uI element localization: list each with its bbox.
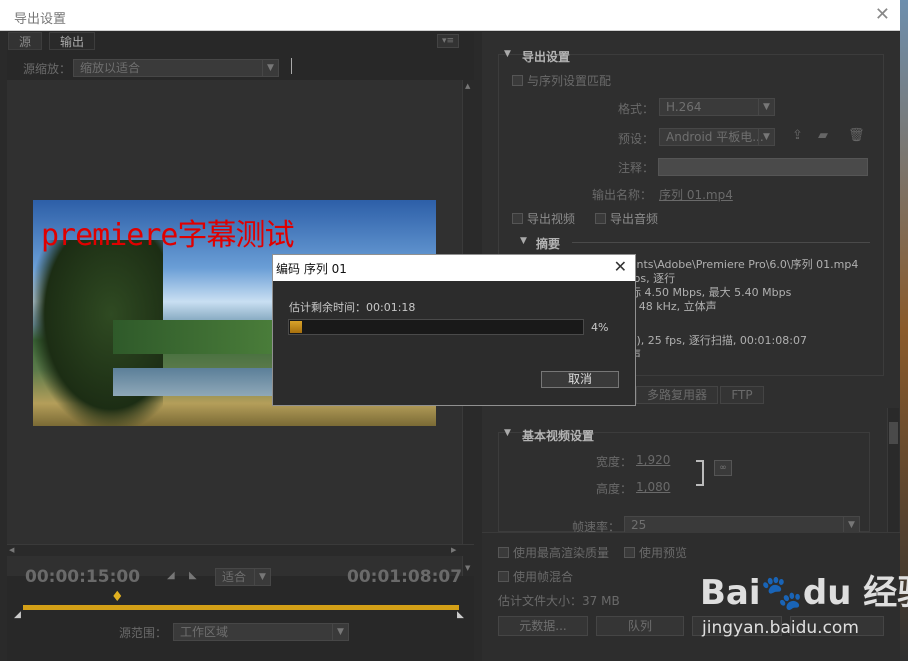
link-dimensions-icon[interactable]: ∞ — [714, 460, 732, 476]
match-sequence-label: 与序列设置匹配 — [527, 74, 612, 88]
crop-divider — [291, 58, 292, 74]
width-label: 宽度： — [596, 455, 633, 469]
delete-preset-icon[interactable]: 🗑 — [848, 128, 865, 143]
metadata-button[interactable]: 元数据... — [498, 616, 588, 636]
queue-button[interactable]: 队列 — [596, 616, 684, 636]
timecode-duration: 00:01:08:07 — [347, 567, 463, 587]
scrollbar-thumb[interactable] — [889, 422, 898, 444]
title-bar: 导出设置 ✕ — [0, 0, 900, 31]
scroll-down-icon[interactable]: ▼ — [465, 564, 470, 572]
export-audio-checkbox[interactable]: 导出音频 — [595, 210, 658, 227]
preset-label: 预设： — [618, 132, 655, 146]
time-remaining: 估计剩余时间：00:01:18 — [289, 301, 416, 314]
mark-in-icon[interactable]: ◢ — [167, 570, 175, 581]
use-preview-checkbox[interactable]: 使用预览 — [624, 544, 687, 561]
format-dropdown[interactable]: H.264 ▼ — [659, 98, 775, 116]
preset-dropdown[interactable]: Android 平板电... ▼ — [659, 128, 775, 146]
progress-percent: 4% — [591, 321, 609, 334]
tab-source[interactable]: 源 — [8, 32, 43, 50]
panel-menu-icon[interactable]: ▾≡ — [437, 34, 459, 48]
scroll-left-icon[interactable]: ◀ — [9, 546, 14, 554]
collapse-icon[interactable]: ▼ — [520, 236, 527, 246]
height-label: 高度： — [596, 482, 633, 496]
fit-value: 适合 — [222, 570, 247, 584]
settings-scrollbar[interactable] — [887, 408, 899, 532]
height-value[interactable]: 1,080 — [636, 480, 670, 494]
scroll-right-icon[interactable]: ▶ — [451, 546, 456, 554]
collapse-icon[interactable]: ▼ — [504, 428, 511, 438]
horizontal-scrollbar[interactable]: ◀ ▶ — [7, 544, 474, 556]
collapse-icon[interactable]: ▼ — [504, 49, 511, 59]
work-area-bar[interactable] — [23, 605, 459, 610]
dialog-title-bar: 编码 序列 01 ✕ — [273, 255, 635, 281]
dialog-title: 编码 序列 01 — [276, 262, 347, 276]
export-settings-heading: 导出设置 — [522, 50, 571, 64]
encoding-dialog: 编码 序列 01 ✕ 估计剩余时间：00:01:18 4% 取消 — [272, 254, 636, 406]
summary-heading: 摘要 — [536, 237, 561, 251]
window-title: 导出设置 — [14, 12, 67, 27]
summary-block: ments\Adobe\Premiere Pro\6.0\序列 01.mp4 5… — [619, 256, 879, 366]
export-video-label: 导出视频 — [527, 212, 576, 226]
output-name-link[interactable]: 序列 01.mp4 — [659, 186, 733, 203]
link-bracket — [696, 460, 704, 486]
use-preview-label: 使用预览 — [639, 546, 688, 560]
chevron-down-icon: ▼ — [332, 624, 348, 640]
progress-fill — [290, 321, 302, 333]
chevron-down-icon: ▼ — [843, 517, 859, 533]
match-sequence-checkbox[interactable]: 与序列设置匹配 — [512, 72, 611, 89]
save-preset-icon[interactable]: ⇪ — [792, 128, 803, 143]
chevron-down-icon: ▼ — [758, 129, 774, 145]
output-name-label: 输出名称： — [592, 188, 653, 202]
subtitle-text: premiere字幕测试 — [41, 218, 294, 253]
summary-divider — [572, 242, 870, 243]
format-value: H.264 — [666, 100, 702, 114]
chevron-down-icon: ▼ — [254, 569, 270, 585]
background-app-strip — [900, 0, 908, 661]
baidu-logo: Bai🐾du 经验 — [700, 573, 908, 613]
fit-dropdown[interactable]: 适合 ▼ — [215, 568, 271, 586]
video-settings-heading: 基本视频设置 — [522, 429, 595, 443]
in-point-icon[interactable]: ◢ — [14, 610, 21, 620]
source-range-dropdown[interactable]: 工作区域 ▼ — [173, 623, 349, 641]
frame-blending-label: 使用帧混合 — [513, 570, 574, 584]
export-audio-label: 导出音频 — [610, 212, 659, 226]
max-render-quality-checkbox[interactable]: 使用最高渲染质量 — [498, 544, 609, 561]
export-video-checkbox[interactable]: 导出视频 — [512, 210, 575, 227]
playhead-icon[interactable]: ♦ — [111, 589, 124, 605]
source-scale-dropdown[interactable]: 缩放以适合 ▼ — [73, 59, 279, 77]
chevron-down-icon: ▼ — [758, 99, 774, 115]
progress-bar — [288, 319, 584, 335]
format-label: 格式： — [618, 102, 655, 116]
chevron-down-icon: ▼ — [262, 60, 278, 76]
frame-blending-checkbox[interactable]: 使用帧混合 — [498, 568, 573, 585]
source-scale-label: 源缩放： — [23, 62, 72, 76]
source-scale-value: 缩放以适合 — [80, 61, 141, 75]
width-value[interactable]: 1,920 — [636, 453, 670, 467]
source-range-label: 源范围： — [119, 626, 168, 640]
mark-out-icon[interactable]: ◣ — [189, 570, 197, 581]
out-point-icon[interactable]: ◣ — [457, 610, 464, 620]
source-range-value: 工作区域 — [180, 625, 229, 639]
max-render-quality-label: 使用最高渲染质量 — [513, 546, 610, 560]
close-icon[interactable]: ✕ — [875, 4, 890, 25]
framerate-value: 25 — [631, 518, 647, 532]
timecode-current[interactable]: 00:00:15:00 — [25, 567, 140, 587]
tab-ftp[interactable]: FTP — [720, 386, 764, 404]
preset-value: Android 平板电... — [666, 130, 764, 144]
comment-label: 注释： — [618, 161, 655, 175]
summary-line: 1.0), 25 fps, 逐行扫描, 00:01:08:07 — [619, 334, 807, 347]
close-icon[interactable]: ✕ — [614, 257, 627, 276]
baidu-url: jingyan.baidu.com — [702, 618, 859, 638]
scroll-up-icon[interactable]: ▲ — [465, 82, 470, 90]
tab-multiplexer[interactable]: 多路复用器 — [636, 386, 718, 404]
comment-input[interactable] — [658, 158, 868, 176]
estimated-file-size: 估计文件大小：37 MB — [498, 594, 620, 608]
cancel-button[interactable]: 取消 — [541, 371, 619, 388]
tab-output[interactable]: 输出 — [49, 32, 96, 50]
import-preset-icon[interactable]: ▰ — [818, 128, 828, 143]
